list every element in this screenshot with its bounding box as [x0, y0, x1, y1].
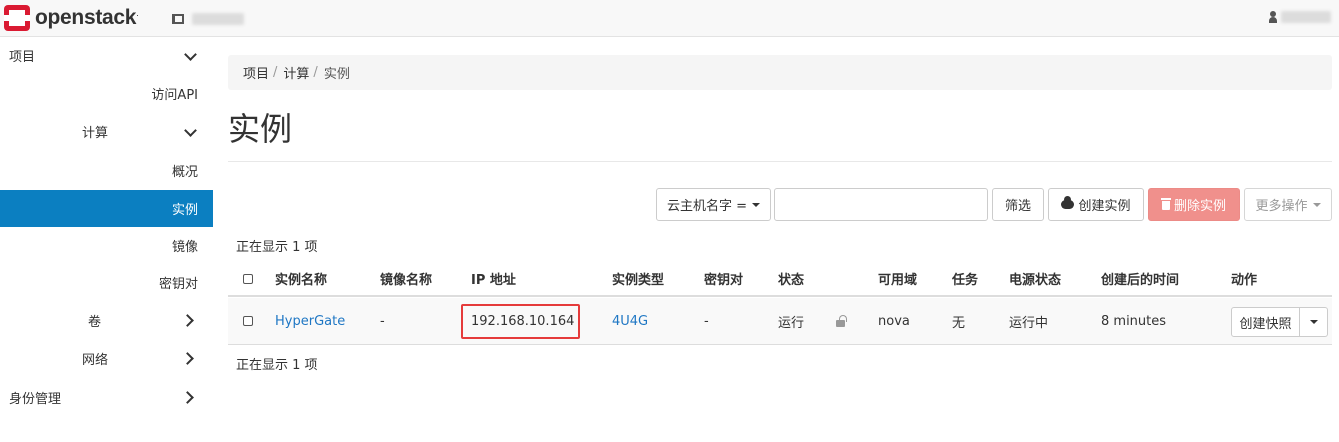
row-actions-group: 创建快照 [1231, 307, 1328, 337]
ip-highlight-box [461, 304, 580, 339]
table-header: 实例名称 镜像名称 IP 地址 实例类型 密钥对 状态 可用域 任务 电源状态 … [228, 262, 1332, 297]
col-header-actions: 动作 [1231, 273, 1258, 288]
instance-name-link[interactable]: HyperGate [275, 298, 345, 344]
chevron-right-icon [181, 391, 194, 404]
col-header-status[interactable]: 状态 [778, 262, 804, 295]
create-instance-button[interactable]: 创建实例 [1048, 188, 1144, 221]
sidebar-item-label: 身份管理 [9, 392, 62, 407]
search-input[interactable] [774, 188, 988, 221]
project-picker[interactable] [172, 11, 244, 27]
select-all-checkbox[interactable] [243, 273, 253, 284]
delete-instances-button[interactable]: 删除实例 [1148, 188, 1240, 221]
openstack-logo-icon [4, 5, 30, 31]
col-header-power[interactable]: 电源状态 [1009, 262, 1061, 295]
breadcrumb-separator: / [313, 65, 318, 80]
sidebar-item-api-access[interactable]: 访问API [0, 75, 213, 112]
sidebar-item-label: 密钥对 [158, 277, 198, 292]
sidebar-item-label: 计算 [82, 126, 109, 141]
filter-button[interactable]: 筛选 [992, 188, 1044, 221]
cloud-upload-icon [1061, 196, 1075, 209]
brand-name: openstack. [35, 6, 139, 29]
top-navbar: openstack. [0, 0, 1339, 37]
select-all-cell [243, 262, 253, 295]
chevron-down-icon [184, 48, 197, 61]
col-header-age[interactable]: 创建后的时间 [1101, 262, 1179, 295]
sidebar-item-identity[interactable]: 身份管理 [0, 379, 213, 416]
sidebar-item-overview[interactable]: 概况 [0, 152, 213, 189]
caret-down-icon [1312, 202, 1321, 207]
create-snapshot-button[interactable]: 创建快照 [1231, 307, 1300, 337]
col-header-ip[interactable]: IP 地址 [471, 262, 516, 295]
filter-button-label: 筛选 [1004, 199, 1031, 214]
col-header-keypair[interactable]: 密钥对 [704, 262, 743, 295]
sidebar-item-label: 项目 [9, 50, 36, 65]
row-checkbox[interactable] [243, 316, 253, 326]
sidebar-item-label: 镜像 [171, 240, 198, 255]
unlock-icon [836, 314, 847, 327]
chevron-right-icon [181, 314, 194, 327]
sidebar-item-label: 卷 [88, 315, 102, 330]
create-instance-label: 创建实例 [1078, 199, 1131, 214]
items-count-top: 正在显示 1 项 [236, 240, 318, 255]
cell-power-state: 运行中 [1009, 315, 1049, 331]
brand[interactable]: openstack. [4, 5, 139, 31]
cell-status: 运行 [778, 315, 805, 331]
flavor-link[interactable]: 4U4G [612, 298, 648, 344]
breadcrumb: 项目 / 计算 / 实例 [228, 55, 1332, 90]
chevron-down-icon [184, 124, 197, 137]
row-actions-dropdown-toggle[interactable] [1300, 307, 1328, 337]
trash-icon [1160, 198, 1171, 210]
sidebar-item-label: 实例 [171, 203, 198, 218]
sidebar-item-images[interactable]: 镜像 [0, 227, 213, 264]
page-title: 实例 [228, 110, 293, 148]
more-actions-label: 更多操作 [1255, 199, 1308, 214]
cell-az: nova [878, 313, 910, 329]
cell-keypair: - [704, 313, 709, 329]
lock-cell [836, 298, 847, 344]
delete-instances-label: 删除实例 [1173, 199, 1226, 214]
filter-field-dropdown[interactable]: 云主机名字 = [656, 188, 771, 221]
project-name-redacted [192, 13, 244, 25]
filter-field-label: 云主机名字 = [666, 199, 748, 214]
sidebar-item-volumes[interactable]: 卷 [0, 302, 213, 339]
more-actions-button[interactable]: 更多操作 [1244, 188, 1332, 221]
breadcrumb-separator: / [273, 65, 278, 80]
cell-age: 8 minutes [1101, 313, 1167, 329]
sidebar-item-instances[interactable]: 实例 [0, 190, 213, 227]
col-header-image[interactable]: 镜像名称 [380, 262, 432, 295]
sidebar-item-compute[interactable]: 计算 [0, 113, 213, 150]
breadcrumb-item-compute[interactable]: 计算 [283, 63, 309, 82]
project-icon [172, 14, 184, 24]
cell-task: 无 [952, 315, 966, 331]
col-header-az[interactable]: 可用域 [878, 262, 917, 295]
col-header-flavor[interactable]: 实例类型 [612, 262, 664, 295]
chevron-right-icon [181, 352, 194, 365]
caret-down-icon [1309, 320, 1318, 324]
breadcrumb-item-project[interactable]: 项目 [243, 63, 269, 82]
username-redacted [1281, 11, 1331, 23]
title-divider [228, 161, 1332, 162]
sidebar-item-network[interactable]: 网络 [0, 340, 213, 377]
user-icon [1269, 11, 1277, 23]
table-row: HyperGate - 192.168.10.164 4U4G - 运行 nov… [228, 298, 1332, 345]
row-select-cell [243, 298, 253, 344]
cell-image: - [380, 313, 385, 329]
col-header-name[interactable]: 实例名称 [275, 262, 327, 295]
sidebar-item-label: 网络 [82, 353, 109, 368]
items-count-bottom: 正在显示 1 项 [236, 358, 318, 373]
col-header-task[interactable]: 任务 [952, 262, 978, 295]
sidebar: 项目 访问API 计算 概况 实例 镜像 密钥对 卷 网络 身份管理 [0, 37, 213, 442]
breadcrumb-item-instances: 实例 [323, 67, 350, 82]
user-menu[interactable] [1269, 11, 1331, 23]
create-snapshot-label: 创建快照 [1239, 316, 1292, 332]
sidebar-item-label: 概况 [171, 165, 198, 180]
sidebar-item-project[interactable]: 项目 [0, 37, 213, 74]
sidebar-item-key-pairs[interactable]: 密钥对 [0, 264, 213, 301]
sidebar-item-label: 访问API [151, 88, 198, 103]
caret-down-icon [752, 202, 761, 207]
